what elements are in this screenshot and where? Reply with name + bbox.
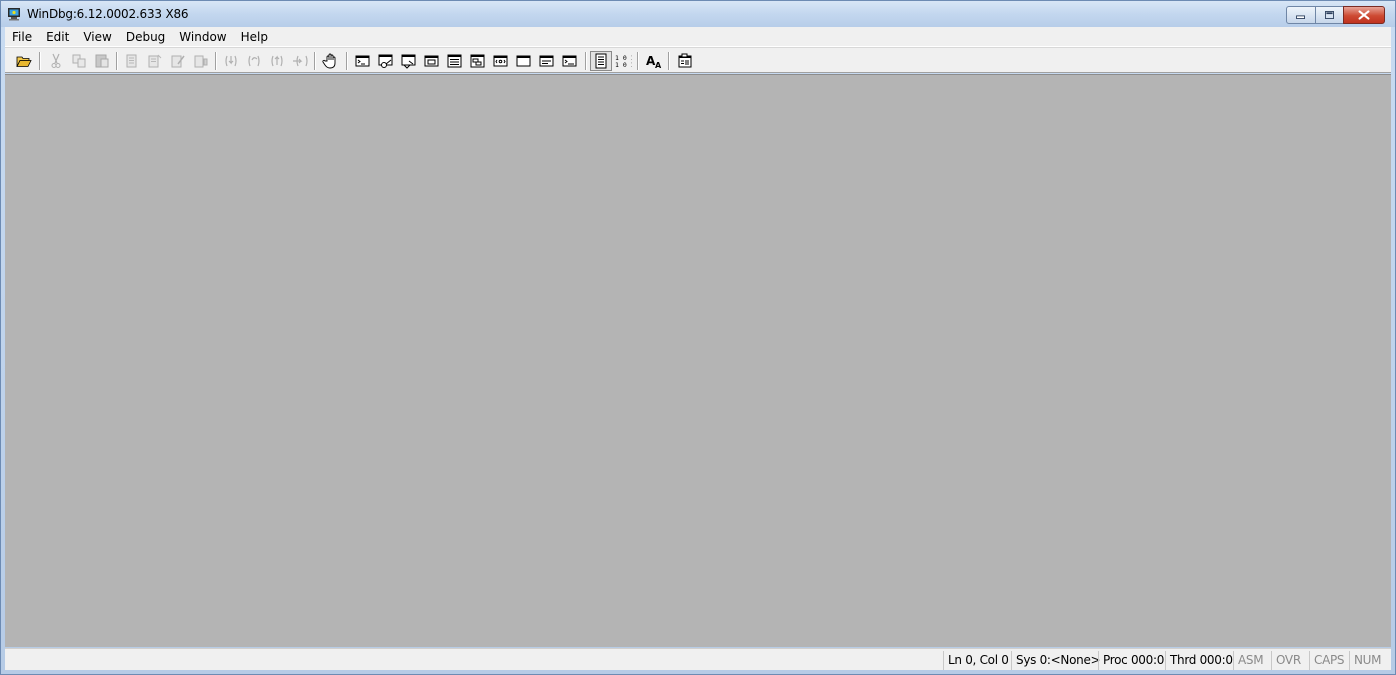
status-process: Proc 000:0	[1098, 651, 1166, 670]
open-folder-icon	[16, 56, 32, 67]
close-icon	[1358, 10, 1370, 20]
stop-debugging-button[interactable]	[169, 52, 187, 70]
locals-window-icon	[401, 54, 416, 69]
status-thread: Thrd 000:0	[1165, 651, 1233, 670]
font-icon: A A	[646, 54, 662, 70]
copy-button[interactable]	[70, 52, 88, 70]
paste-icon	[95, 54, 109, 68]
source-mode-icon	[595, 53, 607, 69]
minimize-icon	[1296, 15, 1305, 19]
status-asm: ASM	[1233, 651, 1271, 670]
memory-window-icon	[447, 54, 462, 68]
go-button[interactable]	[123, 52, 141, 70]
source-mode-button[interactable]	[590, 51, 612, 71]
scratch-pad-window-button[interactable]	[515, 52, 533, 70]
toolbar-separator	[314, 52, 316, 70]
options-button[interactable]	[676, 52, 694, 70]
watch-window-icon	[378, 54, 393, 68]
windbg-window: WinDbg:6.12.0002.633 X86 File Edit View …	[0, 0, 1396, 675]
processes-threads-window-button[interactable]	[538, 52, 556, 70]
close-button[interactable]	[1343, 6, 1385, 24]
menu-window[interactable]: Window	[172, 27, 233, 47]
toolbar-separator	[39, 52, 41, 70]
cut-icon	[51, 53, 61, 68]
restore-button[interactable]	[1315, 6, 1344, 24]
command-window-icon	[355, 55, 370, 67]
toolbar-separator	[346, 52, 348, 70]
step-over-icon	[248, 55, 260, 67]
step-out-button[interactable]	[268, 52, 286, 70]
memory-window-button[interactable]	[446, 52, 464, 70]
svg-text:1 0 1: 1 0 1	[615, 61, 632, 69]
toolbar-separator	[585, 52, 587, 70]
mdi-client-area[interactable]	[5, 74, 1391, 647]
status-num: NUM	[1349, 651, 1389, 670]
font-button[interactable]: A A	[645, 52, 663, 70]
call-stack-window-button[interactable]	[469, 52, 487, 70]
binary-mode-icon: 1 0 1 1 0 1	[615, 54, 632, 69]
toolbar-separator	[637, 52, 639, 70]
go-icon	[126, 54, 137, 68]
detach-icon	[194, 55, 208, 68]
restart-button[interactable]	[146, 52, 164, 70]
command-browser-window-icon	[562, 55, 577, 67]
copy-icon	[72, 54, 86, 68]
menu-view[interactable]: View	[76, 27, 118, 47]
caption-buttons	[1286, 6, 1385, 24]
status-ovr: OVR	[1271, 651, 1309, 670]
break-button[interactable]	[322, 52, 340, 70]
disassembly-window-icon	[493, 55, 508, 67]
menu-help[interactable]: Help	[234, 27, 275, 47]
windbg-app-icon[interactable]	[7, 7, 21, 21]
status-system: Sys 0:<None>	[1011, 651, 1101, 670]
title-bar[interactable]: WinDbg:6.12.0002.633 X86	[1, 1, 1395, 27]
restart-icon	[148, 54, 162, 68]
step-out-icon	[271, 55, 283, 67]
options-icon	[678, 53, 692, 68]
restore-icon	[1325, 11, 1334, 19]
toolbar: 1 0 1 1 0 1 A A	[5, 47, 1391, 73]
status-caps: CAPS	[1309, 651, 1349, 670]
registers-window-button[interactable]	[423, 52, 441, 70]
disassembly-window-button[interactable]	[492, 52, 510, 70]
command-browser-window-button[interactable]	[561, 52, 579, 70]
registers-window-icon	[424, 55, 439, 67]
cut-button[interactable]	[47, 52, 65, 70]
run-to-cursor-icon	[293, 55, 308, 67]
paste-button[interactable]	[93, 52, 111, 70]
minimize-button[interactable]	[1286, 6, 1316, 24]
run-to-cursor-button[interactable]	[291, 52, 309, 70]
step-into-icon	[225, 55, 237, 67]
binary-mode-button[interactable]: 1 0 1 1 0 1	[614, 52, 632, 70]
menu-bar: File Edit View Debug Window Help	[5, 27, 1391, 47]
stop-debugging-icon	[171, 55, 185, 68]
step-into-button[interactable]	[222, 52, 240, 70]
scratch-pad-window-icon	[516, 55, 531, 67]
command-window-button[interactable]	[354, 52, 372, 70]
menu-file[interactable]: File	[5, 27, 39, 47]
call-stack-window-icon	[470, 54, 485, 68]
status-bar: Ln 0, Col 0 Sys 0:<None> Proc 000:0 Thrd…	[5, 648, 1391, 670]
watch-window-button[interactable]	[377, 52, 395, 70]
toolbar-separator	[668, 52, 670, 70]
processes-threads-window-icon	[539, 55, 554, 67]
step-over-button[interactable]	[245, 52, 263, 70]
break-hand-icon	[322, 53, 336, 69]
window-title: WinDbg:6.12.0002.633 X86	[27, 7, 189, 21]
detach-button[interactable]	[192, 52, 210, 70]
svg-text:A: A	[655, 61, 662, 70]
toolbar-separator	[116, 52, 118, 70]
status-line-col: Ln 0, Col 0	[943, 651, 1011, 670]
menu-edit[interactable]: Edit	[39, 27, 76, 47]
open-button[interactable]	[15, 52, 33, 70]
toolbar-separator	[215, 52, 217, 70]
menu-debug[interactable]: Debug	[119, 27, 172, 47]
locals-window-button[interactable]	[400, 52, 418, 70]
